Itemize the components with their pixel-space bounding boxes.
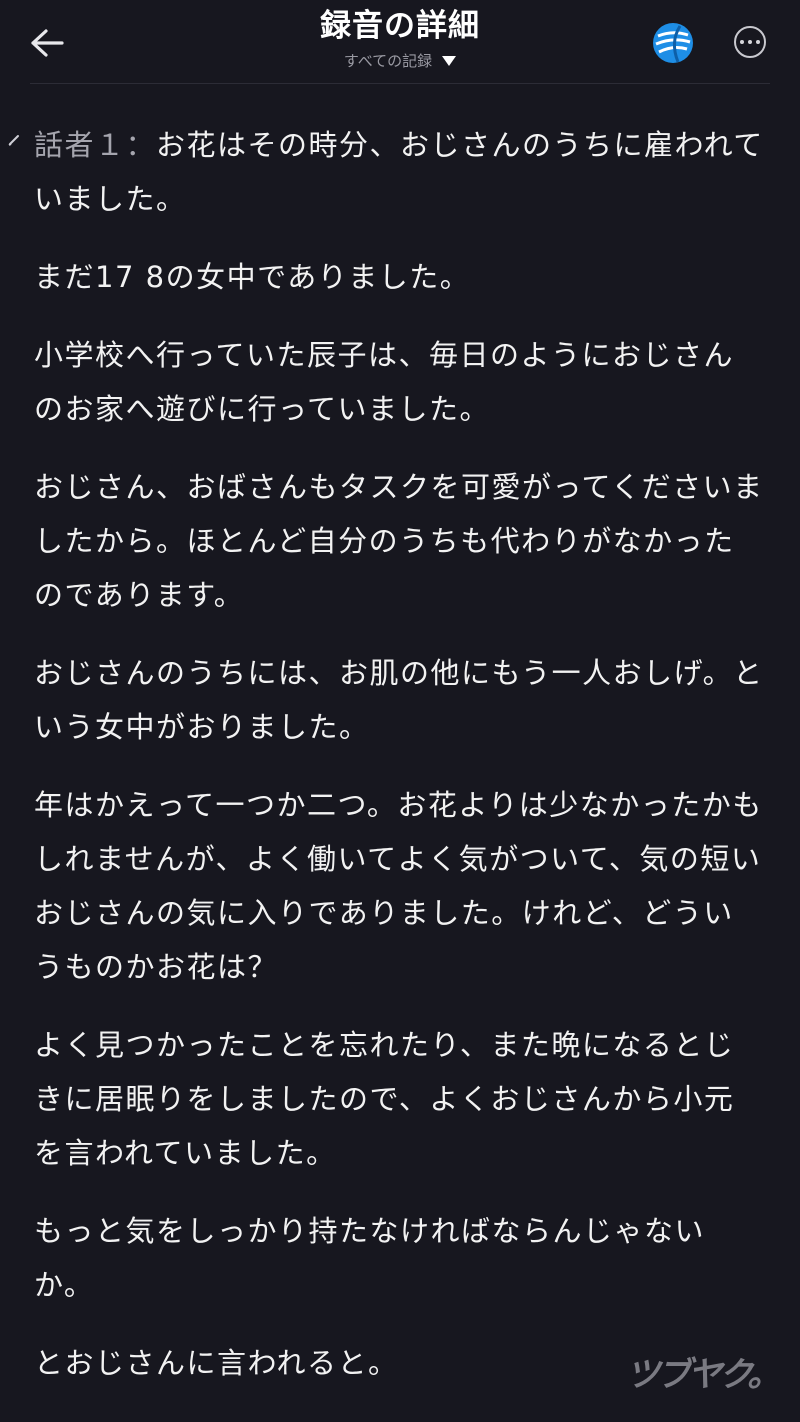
transcript-paragraph: もっと気をしっかり持たなければならんじゃないか。 bbox=[34, 1214, 706, 1302]
page-title: 録音の詳細 bbox=[320, 8, 480, 44]
transcript-body: 話者１：お花はその時分、おじさんのうちに雇われていました。 まだ17 8の女中で… bbox=[34, 118, 764, 1414]
header-bar: 録音の詳細 すべての記録 bbox=[0, 0, 800, 84]
transcript-paragraph: 年はかえって一つか二つ。お花よりは少なかったかもしれませんが、よく働いてよく気が… bbox=[34, 788, 763, 984]
watermark-logo: ツブヤク。 bbox=[626, 1355, 781, 1395]
caret-down-icon bbox=[442, 55, 457, 66]
more-options-icon bbox=[740, 40, 744, 44]
transcript-paragraph: よく見つかったことを忘れたり、また晩になるとじきに居眠りをしましたので、よくおじ… bbox=[34, 1028, 735, 1170]
back-button[interactable] bbox=[22, 18, 72, 68]
pencil-icon[interactable] bbox=[8, 132, 22, 146]
transcript-paragraph: まだ17 8の女中でありました。 bbox=[34, 260, 471, 294]
transcript-paragraph: 小学校へ行っていた辰子は、毎日のようにおじさんのお家へ遊びに行っていました。 bbox=[34, 338, 735, 426]
title-area: 録音の詳細 すべての記録 bbox=[200, 4, 600, 71]
back-arrow-icon bbox=[31, 29, 64, 57]
transcript-paragraph: おじさん、おばさんもタスクを可愛がってくださいましたから。ほとんど自分のうちも代… bbox=[34, 470, 764, 612]
header-divider bbox=[30, 83, 770, 84]
speaker-label[interactable]: 話者１： bbox=[34, 128, 156, 162]
record-filter-dropdown[interactable]: すべての記録 bbox=[343, 50, 457, 71]
transcript-paragraph: 話者１：お花はその時分、おじさんのうちに雇われていました。 bbox=[34, 118, 764, 226]
transcript-paragraph: おじさんのうちには、お肌の他にもう一人おしげ。という女中がおりました。 bbox=[34, 656, 764, 744]
globe-avatar-icon[interactable] bbox=[652, 22, 694, 64]
more-options-button[interactable] bbox=[734, 26, 766, 58]
filter-label: すべての記録 bbox=[343, 52, 433, 70]
